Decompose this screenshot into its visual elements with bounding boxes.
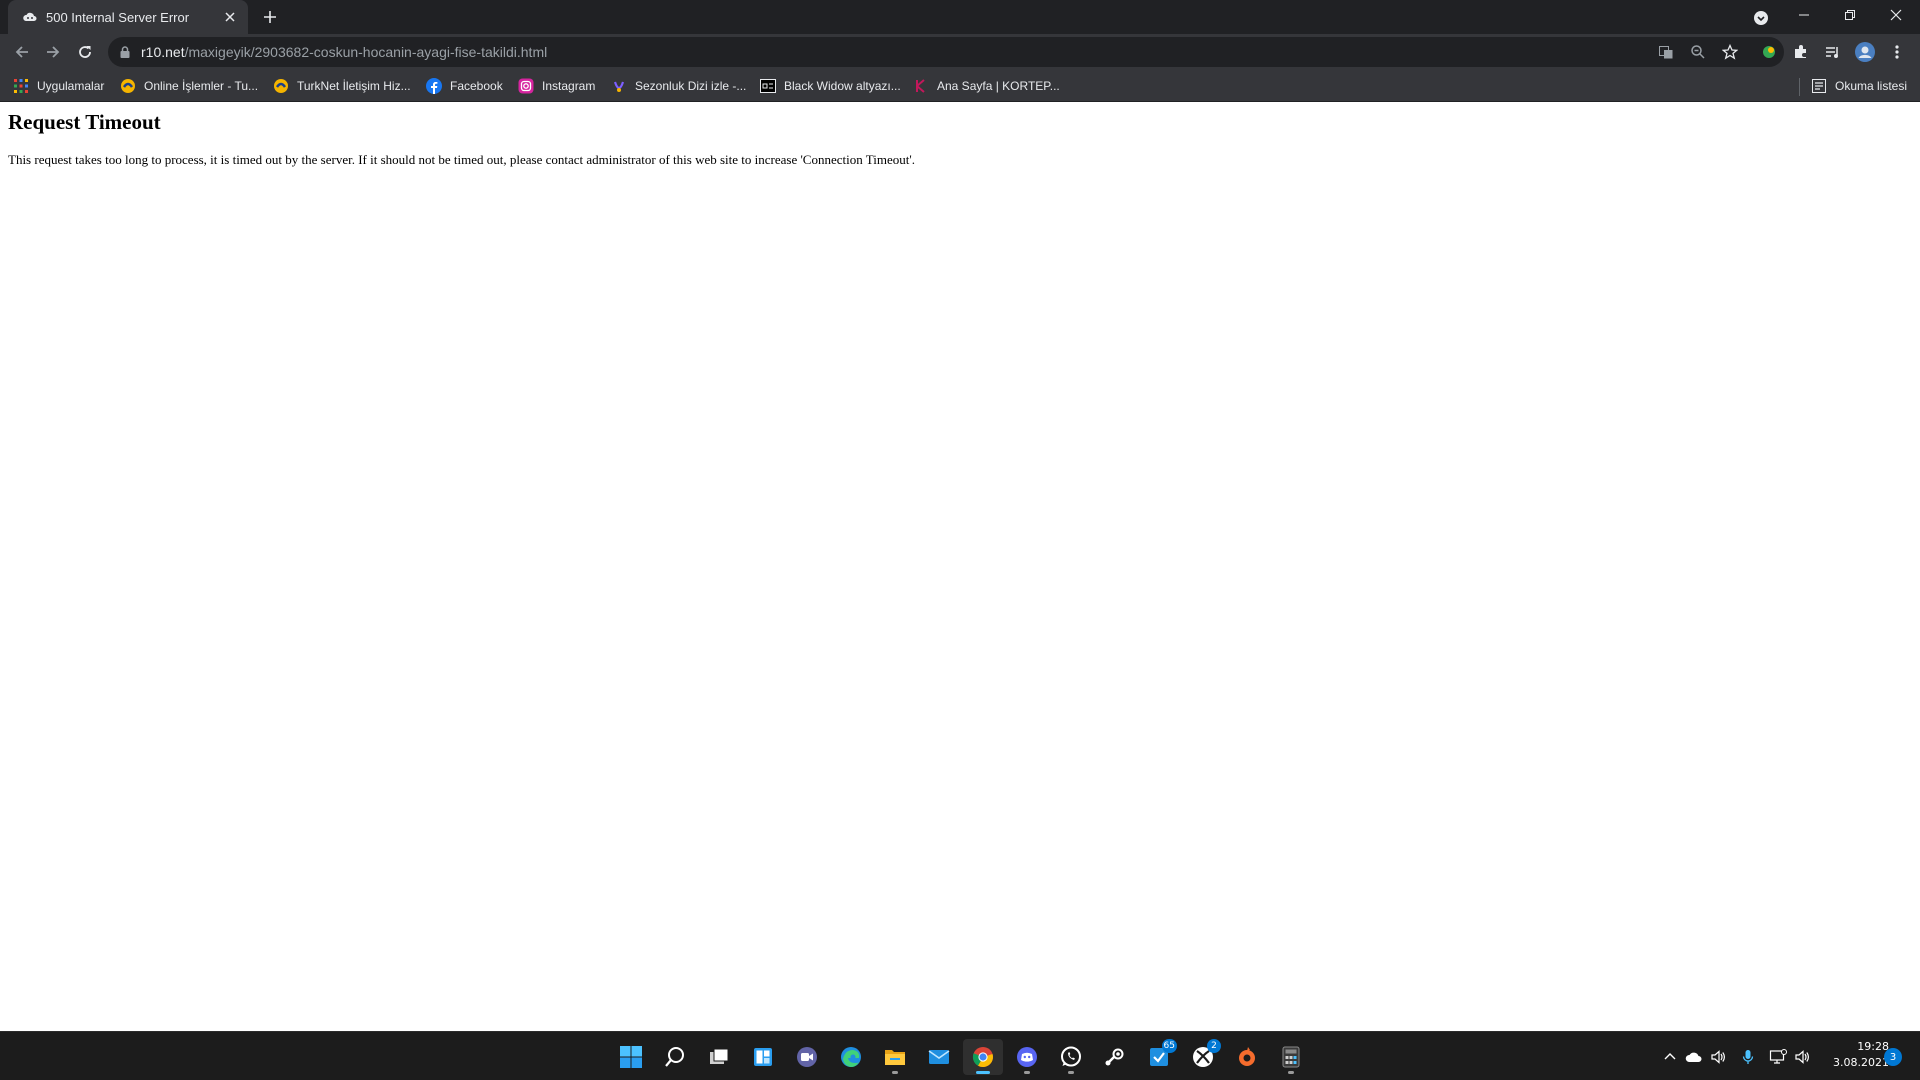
task-view-button[interactable] [699, 1039, 739, 1075]
tab-search-button[interactable] [1750, 7, 1772, 29]
file-explorer-button[interactable] [875, 1039, 915, 1075]
speaker-tray-icon[interactable] [1708, 1047, 1728, 1067]
start-button[interactable] [611, 1039, 651, 1075]
lock-icon[interactable] [118, 45, 132, 59]
menu-kebab-icon[interactable] [1886, 41, 1908, 63]
taskbar: 65 2 19:28 3.08.2021 3 [0, 1031, 1920, 1080]
xbox-button[interactable]: 2 [1183, 1039, 1223, 1075]
url-path: /maxigeyik/2903682-coskun-hocanin-ayagi-… [184, 44, 548, 60]
tab-close-icon[interactable] [220, 7, 240, 27]
notification-badge[interactable]: 3 [1884, 1048, 1902, 1066]
chrome-button[interactable] [963, 1039, 1003, 1075]
tab-strip: 500 Internal Server Error [0, 0, 1920, 34]
bookmarks-bar: Uygulamalar Online İşlemler - Tu... Turk… [0, 70, 1920, 102]
new-tab-button[interactable] [258, 7, 282, 27]
mail-button[interactable] [919, 1039, 959, 1075]
restore-button[interactable] [1827, 0, 1873, 30]
widgets-button[interactable] [743, 1039, 783, 1075]
minimize-button[interactable] [1781, 0, 1827, 30]
instagram-icon [518, 78, 534, 94]
bookmark-facebook[interactable]: Facebook [426, 77, 503, 95]
reading-list-button[interactable]: Okuma listesi [1811, 77, 1907, 95]
todo-badge: 65 [1161, 1039, 1177, 1053]
subtitle-site-icon [760, 78, 776, 94]
facebook-icon [426, 78, 442, 94]
tab-title: 500 Internal Server Error [46, 9, 190, 25]
bookmark-apps[interactable]: Uygulamalar [13, 77, 104, 95]
url-text[interactable]: r10.net/maxigeyik/2903682-coskun-hocanin… [141, 37, 547, 67]
bookmarks-divider [1799, 78, 1800, 96]
close-window-button[interactable] [1873, 0, 1919, 30]
todo-button[interactable]: 65 [1139, 1039, 1179, 1075]
bookmark-label: Online İşlemler - Tu... [144, 79, 259, 93]
extensions-puzzle-icon[interactable] [1790, 41, 1812, 63]
search-button[interactable] [655, 1039, 695, 1075]
bookmark-black-widow[interactable]: Black Widow altyazı... [760, 77, 901, 95]
sezonluk-icon [611, 78, 627, 94]
apps-grid-icon [13, 78, 29, 94]
edge-button[interactable] [831, 1039, 871, 1075]
reload-button[interactable] [72, 39, 98, 65]
clock-time: 19:28 [1857, 1040, 1889, 1053]
reading-list-icon [1811, 78, 1827, 94]
bookmark-turknet[interactable]: TurkNet İletişim Hiz... [273, 77, 411, 95]
profile-avatar-icon[interactable] [1854, 41, 1876, 63]
xbox-badge: 2 [1207, 1039, 1221, 1053]
browser-toolbar: r10.net/maxigeyik/2903682-coskun-hocanin… [0, 34, 1920, 70]
volume-icon[interactable] [1792, 1047, 1812, 1067]
teams-chat-button[interactable] [787, 1039, 827, 1075]
clock-date: 3.08.2021 [1833, 1056, 1889, 1069]
origin-button[interactable] [1227, 1039, 1267, 1075]
tab-active[interactable]: 500 Internal Server Error [8, 0, 248, 34]
steam-button[interactable] [1095, 1039, 1135, 1075]
bookmark-label: Ana Sayfa | KORTEP... [937, 79, 1060, 93]
bookmark-label: Uygulamalar [37, 79, 105, 93]
extension-shield-icon[interactable] [1758, 41, 1780, 63]
bookmark-label: Instagram [542, 79, 596, 93]
microphone-icon[interactable] [1738, 1047, 1758, 1067]
kortep-icon [913, 78, 929, 94]
bookmark-kortep[interactable]: Ana Sayfa | KORTEP... [913, 77, 1060, 95]
translate-icon[interactable] [1656, 42, 1676, 62]
bookmark-label: Sezonluk Dizi izle -... [635, 79, 747, 93]
page-title: Request Timeout [8, 110, 161, 134]
turknet-icon [273, 78, 289, 94]
reading-list-label: Okuma listesi [1835, 79, 1908, 93]
zoom-icon[interactable] [1688, 42, 1708, 62]
bookmark-online-islemler[interactable]: Online İşlemler - Tu... [120, 77, 258, 95]
running-indicator [1068, 1071, 1074, 1074]
network-icon[interactable] [1768, 1047, 1788, 1067]
page-content: Request Timeout This request takes too l… [0, 103, 1920, 1031]
running-indicator [1024, 1071, 1030, 1074]
bookmark-label: Facebook [450, 79, 503, 93]
running-indicator [1288, 1071, 1294, 1074]
bookmark-sezonluk[interactable]: Sezonluk Dizi izle -... [611, 77, 746, 95]
bookmark-label: Black Widow altyazı... [784, 79, 901, 93]
back-button[interactable] [9, 39, 35, 65]
address-bar[interactable]: r10.net/maxigeyik/2903682-coskun-hocanin… [108, 37, 1784, 67]
bookmark-label: TurkNet İletişim Hiz... [297, 79, 411, 93]
discord-button[interactable] [1007, 1039, 1047, 1075]
media-control-icon[interactable] [1822, 41, 1844, 63]
whatsapp-button[interactable] [1051, 1039, 1091, 1075]
cloud-favicon-icon [22, 9, 38, 25]
bookmark-instagram[interactable]: Instagram [518, 77, 595, 95]
calculator-button[interactable] [1271, 1039, 1311, 1075]
bookmark-star-icon[interactable] [1720, 42, 1740, 62]
forward-button[interactable] [40, 39, 66, 65]
running-indicator [892, 1071, 898, 1074]
show-hidden-icons-chevron-icon[interactable] [1660, 1047, 1680, 1067]
active-indicator [976, 1071, 990, 1074]
error-message: This request takes too long to process, … [8, 152, 915, 167]
clock[interactable]: 19:28 3.08.2021 [1817, 1039, 1889, 1071]
onedrive-cloud-icon[interactable] [1684, 1047, 1704, 1067]
turknet-icon [120, 78, 136, 94]
url-host: r10.net [141, 44, 185, 60]
